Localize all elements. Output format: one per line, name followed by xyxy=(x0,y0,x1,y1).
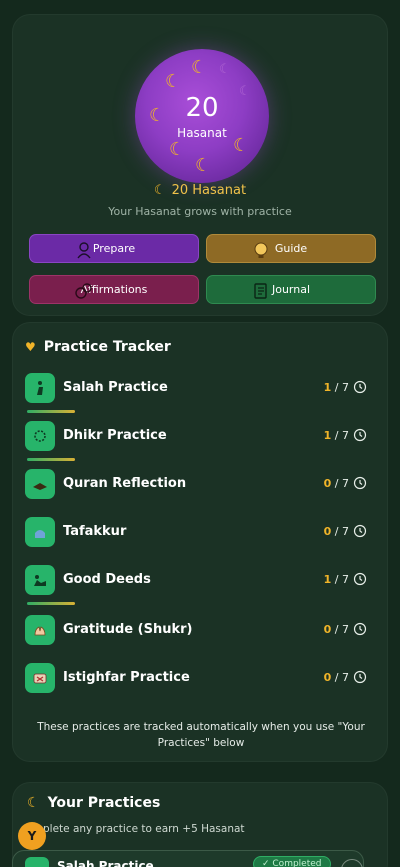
tracker-row-count: 1 / 7 xyxy=(324,573,349,586)
prepare-button-label: Prepare xyxy=(92,242,136,255)
crescent-icon: ☾ xyxy=(191,57,208,78)
hands-icon xyxy=(25,615,55,645)
progress-bar xyxy=(27,602,75,605)
practice-item-name: Salah Practice xyxy=(57,859,154,867)
history-icon[interactable] xyxy=(353,380,367,394)
crescent-icon: ☾ xyxy=(27,795,40,811)
tracker-row-done: 0 xyxy=(323,671,332,684)
tracker-row-name: Gratitude (Shukr) xyxy=(63,622,193,637)
tracker-row-count: 0 / 7 xyxy=(324,623,349,636)
crescent-icon: ☾ xyxy=(165,71,182,92)
practice-tracker-title-text: Practice Tracker xyxy=(43,339,171,355)
hasanat-count-label: Hasanat xyxy=(177,126,227,140)
tracker-row-name: Quran Reflection xyxy=(63,476,187,491)
tracker-row-quran[interactable]: Quran Reflection 0 / 7 xyxy=(25,469,377,501)
tracker-row-salah[interactable]: Salah Practice 1 / 7 xyxy=(25,373,377,413)
tracker-row-count: 1 / 7 xyxy=(324,381,349,394)
tracker-row-name: Salah Practice xyxy=(63,380,168,395)
your-practices-subtitle: plete any practice to earn +5 Hasanat xyxy=(43,823,245,835)
practice-checkbox[interactable] xyxy=(341,859,363,867)
tracker-row-total: / 7 xyxy=(334,381,349,394)
tracker-row-done: 0 xyxy=(323,623,332,636)
tracker-row-count: 0 / 7 xyxy=(324,525,349,538)
hasanat-total: ☾ 20 Hasanat xyxy=(13,183,387,198)
hasanat-card: ☾ ☾ ☾ ☾ ☾ ☾ ☾ ☾ 20 Hasanat ☾ 20 Hasanat Y… xyxy=(12,14,388,316)
prayer-icon xyxy=(25,857,49,867)
quran-icon xyxy=(25,469,55,499)
affirmations-button[interactable]: Affirmations xyxy=(29,275,199,304)
tracker-row-istighfar[interactable]: Istighfar Practice 0 / 7 xyxy=(25,663,377,695)
tracker-row-name: Dhikr Practice xyxy=(63,428,167,443)
your-practices-title-text: Your Practices xyxy=(47,795,161,811)
repent-icon xyxy=(25,663,55,693)
tracker-row-total: / 7 xyxy=(334,477,349,490)
deeds-icon xyxy=(25,565,55,595)
completed-badge: ✓ Completed xyxy=(253,856,331,867)
journal-button-label: Journal xyxy=(271,283,311,296)
prepare-icon xyxy=(77,242,91,259)
tracker-row-total: / 7 xyxy=(334,573,349,586)
history-icon[interactable] xyxy=(353,524,367,538)
hasanat-count: 20 xyxy=(185,93,219,123)
tracker-row-total: / 7 xyxy=(334,623,349,636)
crescent-icon: ☾ xyxy=(169,139,186,160)
tracker-row-count: 1 / 7 xyxy=(324,429,349,442)
beads-icon xyxy=(25,421,55,451)
tracker-row-total: / 7 xyxy=(334,671,349,684)
tracker-row-name: Good Deeds xyxy=(63,572,151,587)
tracker-row-done: 0 xyxy=(323,477,332,490)
tracker-row-done: 1 xyxy=(323,381,332,394)
tracker-row-total: / 7 xyxy=(334,429,349,442)
history-icon[interactable] xyxy=(353,572,367,586)
practice-tracker-card: ♥ Practice Tracker Salah Practice 1 / 7 D… xyxy=(12,322,388,762)
tracker-row-done: 0 xyxy=(323,525,332,538)
history-icon[interactable] xyxy=(353,476,367,490)
mosque-icon xyxy=(25,517,55,547)
tracker-row-total: / 7 xyxy=(334,525,349,538)
progress-bar xyxy=(27,410,75,413)
practice-item-salah[interactable]: Salah Practice ✓ Completed xyxy=(12,850,364,867)
tracker-row-count: 0 / 7 xyxy=(324,477,349,490)
journal-button[interactable]: Journal xyxy=(206,275,376,304)
prepare-button[interactable]: Prepare xyxy=(29,234,199,263)
prayer-icon xyxy=(25,373,55,403)
your-practices-title: ☾ Your Practices xyxy=(27,795,160,811)
tracker-row-dhikr[interactable]: Dhikr Practice 1 / 7 xyxy=(25,421,377,461)
tracker-icon: ♥ xyxy=(25,340,36,354)
history-icon[interactable] xyxy=(353,670,367,684)
tracker-note: These practices are tracked automaticall… xyxy=(37,721,365,749)
tracker-row-count: 0 / 7 xyxy=(324,671,349,684)
avatar[interactable]: Y xyxy=(18,822,46,850)
tracker-row-tafakkur[interactable]: Tafakkur 0 / 7 xyxy=(25,517,377,549)
history-icon[interactable] xyxy=(353,622,367,636)
hasanat-subtitle: Your Hasanat grows with practice xyxy=(108,205,292,218)
guide-button[interactable]: Guide xyxy=(206,234,376,263)
tracker-row-name: Tafakkur xyxy=(63,524,127,539)
tracker-row-good-deeds[interactable]: Good Deeds 1 / 7 xyxy=(25,565,377,605)
crescent-icon: ☾ xyxy=(219,62,231,77)
hasanat-orb[interactable]: ☾ ☾ ☾ ☾ ☾ ☾ ☾ ☾ 20 Hasanat xyxy=(135,49,269,183)
journal-icon xyxy=(254,283,267,299)
crescent-icon: ☾ xyxy=(195,155,212,176)
tracker-row-name: Istighfar Practice xyxy=(63,670,190,685)
tracker-row-done: 1 xyxy=(323,429,332,442)
practice-tracker-title: ♥ Practice Tracker xyxy=(25,339,171,355)
tracker-row-gratitude[interactable]: Gratitude (Shukr) 0 / 7 xyxy=(25,615,377,647)
tracker-row-done: 1 xyxy=(323,573,332,586)
hasanat-total-text: 20 Hasanat xyxy=(171,183,247,198)
guide-button-label: Guide xyxy=(274,242,308,255)
affirmations-icon xyxy=(75,283,92,299)
lightbulb-icon xyxy=(254,242,268,258)
history-icon[interactable] xyxy=(353,428,367,442)
progress-bar xyxy=(27,458,75,461)
crescent-icon: ☾ xyxy=(153,183,166,198)
